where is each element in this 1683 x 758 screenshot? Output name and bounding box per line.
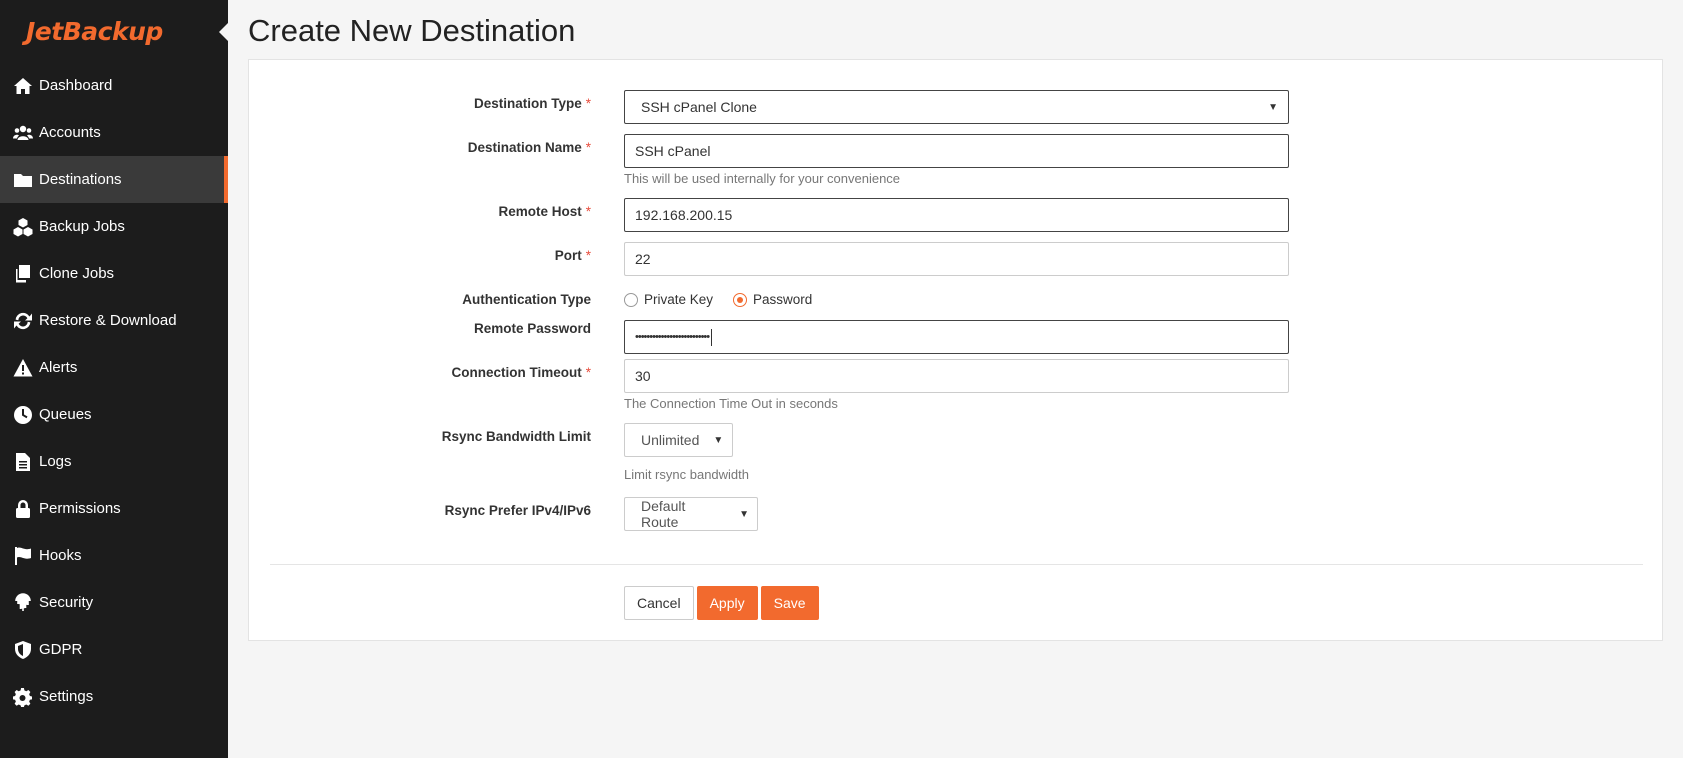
clock-icon — [13, 405, 39, 425]
copy-icon — [13, 264, 39, 284]
port-field: 22 — [624, 242, 1289, 276]
sidebar-item-accounts[interactable]: Accounts — [0, 109, 228, 156]
remote-host-input[interactable]: 192.168.200.15 — [624, 198, 1289, 232]
rsync-bandwidth-label: Rsync Bandwidth Limit — [441, 429, 591, 444]
sidebar-item-label: Restore & Download — [39, 312, 177, 329]
sidebar-item-label: GDPR — [39, 641, 83, 658]
remote-host-field: 192.168.200.15 — [624, 198, 1289, 232]
connection-timeout-field: 30 The Connection Time Out in seconds — [624, 359, 1289, 411]
sidebar-item-label: Accounts — [39, 124, 101, 141]
auth-private-key-label: Private Key — [644, 292, 714, 307]
rsync-bandwidth-value: Unlimited — [641, 432, 700, 448]
logo[interactable]: JetBackup — [0, 0, 228, 62]
rsync-bandwidth-select[interactable]: Unlimited ▼ — [624, 423, 733, 457]
sidebar-item-destinations[interactable]: Destinations — [0, 156, 228, 203]
auth-type-label: Authentication Type — [462, 292, 591, 307]
auth-password-label: Password — [753, 292, 813, 307]
auth-type-field: Private Key Password — [624, 292, 812, 307]
rsync-prefer-select[interactable]: Default Route ▼ — [624, 497, 758, 531]
auth-private-key-radio[interactable]: Private Key — [624, 292, 713, 307]
remote-password-value: •••••••••••••••••••••••••• — [635, 331, 710, 343]
sidebar-item-alerts[interactable]: Alerts — [0, 344, 228, 391]
radio-checked-icon — [733, 292, 748, 307]
rsync-bandwidth-help: Limit rsync bandwidth — [624, 467, 749, 482]
sidebar-item-backup-jobs[interactable]: Backup Jobs — [0, 203, 228, 250]
sidebar-item-label: Backup Jobs — [39, 218, 125, 235]
flag-icon — [13, 546, 39, 566]
remote-password-field: •••••••••••••••••••••••••• — [624, 320, 1289, 354]
form-panel: Destination Type * SSH cPanel Clone ▼ Des… — [248, 59, 1663, 641]
chevron-down-icon: ▼ — [713, 434, 724, 446]
sidebar: JetBackup Dashboard Accounts Destination… — [0, 0, 228, 758]
sidebar-notch — [219, 23, 228, 41]
sidebar-item-gdpr[interactable]: GDPR — [0, 626, 228, 673]
logo-text: JetBackup — [26, 16, 163, 46]
destination-type-select[interactable]: SSH cPanel Clone ▼ — [624, 90, 1289, 124]
gear-icon — [13, 687, 39, 707]
remote-host-label: Remote Host * — [498, 204, 591, 219]
sidebar-item-label: Destinations — [39, 171, 122, 188]
port-label: Port * — [554, 248, 591, 263]
lock-icon — [13, 499, 39, 519]
auth-type-radio-group: Private Key Password — [624, 292, 812, 307]
main-content: Create New Destination Destination Type *… — [228, 0, 1683, 758]
fingerprint-icon — [13, 592, 39, 613]
sidebar-item-logs[interactable]: Logs — [0, 438, 228, 485]
page-title: Create New Destination — [248, 13, 576, 48]
apply-button[interactable]: Apply — [696, 586, 758, 620]
destination-name-label: Destination Name * — [467, 140, 591, 155]
rsync-prefer-value: Default Route — [641, 498, 686, 530]
sidebar-item-label: Settings — [39, 688, 94, 705]
sidebar-item-label: Alerts — [39, 359, 78, 376]
warning-icon — [13, 358, 39, 378]
sidebar-item-label: Permissions — [39, 500, 121, 517]
sidebar-item-label: Logs — [39, 453, 72, 470]
sidebar-item-label: Security — [39, 594, 94, 611]
home-icon — [13, 76, 39, 96]
rsync-bandwidth-field: Unlimited ▼ Limit rsync bandwidth — [624, 423, 749, 482]
users-icon — [13, 123, 39, 143]
sidebar-item-restore-download[interactable]: Restore & Download — [0, 297, 228, 344]
cubes-icon — [13, 217, 39, 237]
sidebar-item-security[interactable]: Security — [0, 579, 228, 626]
cancel-button[interactable]: Cancel — [624, 586, 694, 620]
rsync-prefer-field: Default Route ▼ — [624, 497, 758, 531]
destination-type-value: SSH cPanel Clone — [641, 99, 757, 115]
sidebar-item-dashboard[interactable]: Dashboard — [0, 62, 228, 109]
shield-icon — [13, 640, 39, 660]
chevron-down-icon: ▼ — [739, 508, 749, 520]
destination-type-label: Destination Type * — [473, 96, 591, 111]
sidebar-item-label: Clone Jobs — [39, 265, 115, 282]
save-button[interactable]: Save — [760, 586, 819, 620]
sidebar-item-hooks[interactable]: Hooks — [0, 532, 228, 579]
connection-timeout-label: Connection Timeout * — [451, 365, 591, 380]
destination-name-field: SSH cPanel This will be used internally … — [624, 134, 1289, 186]
sidebar-item-label: Dashboard — [39, 77, 113, 94]
sidebar-item-label: Queues — [39, 406, 92, 423]
text-cursor — [711, 328, 713, 346]
sidebar-item-queues[interactable]: Queues — [0, 391, 228, 438]
folder-icon — [13, 170, 39, 190]
destination-name-help: This will be used internally for your co… — [624, 171, 901, 186]
sidebar-nav: Dashboard Accounts Destinations Backup J… — [0, 62, 228, 720]
form-divider — [270, 564, 1643, 565]
refresh-icon — [13, 311, 39, 331]
auth-password-radio[interactable]: Password — [733, 292, 812, 307]
file-icon — [13, 452, 39, 472]
sidebar-item-settings[interactable]: Settings — [0, 673, 228, 720]
sidebar-item-permissions[interactable]: Permissions — [0, 485, 228, 532]
destination-type-field: SSH cPanel Clone ▼ — [624, 90, 1289, 124]
connection-timeout-help: The Connection Time Out in seconds — [624, 396, 838, 411]
sidebar-item-clone-jobs[interactable]: Clone Jobs — [0, 250, 228, 297]
sidebar-item-label: Hooks — [39, 547, 82, 564]
remote-password-label: Remote Password — [473, 321, 591, 336]
destination-name-input[interactable]: SSH cPanel — [624, 134, 1289, 168]
port-input[interactable]: 22 — [624, 242, 1289, 276]
connection-timeout-input[interactable]: 30 — [624, 359, 1289, 393]
form-actions: Cancel Apply Save — [624, 586, 819, 620]
radio-unchecked-icon — [624, 292, 638, 307]
rsync-prefer-label: Rsync Prefer IPv4/IPv6 — [444, 503, 591, 518]
chevron-down-icon: ▼ — [1268, 101, 1278, 113]
remote-password-input[interactable]: •••••••••••••••••••••••••• — [624, 320, 1289, 354]
